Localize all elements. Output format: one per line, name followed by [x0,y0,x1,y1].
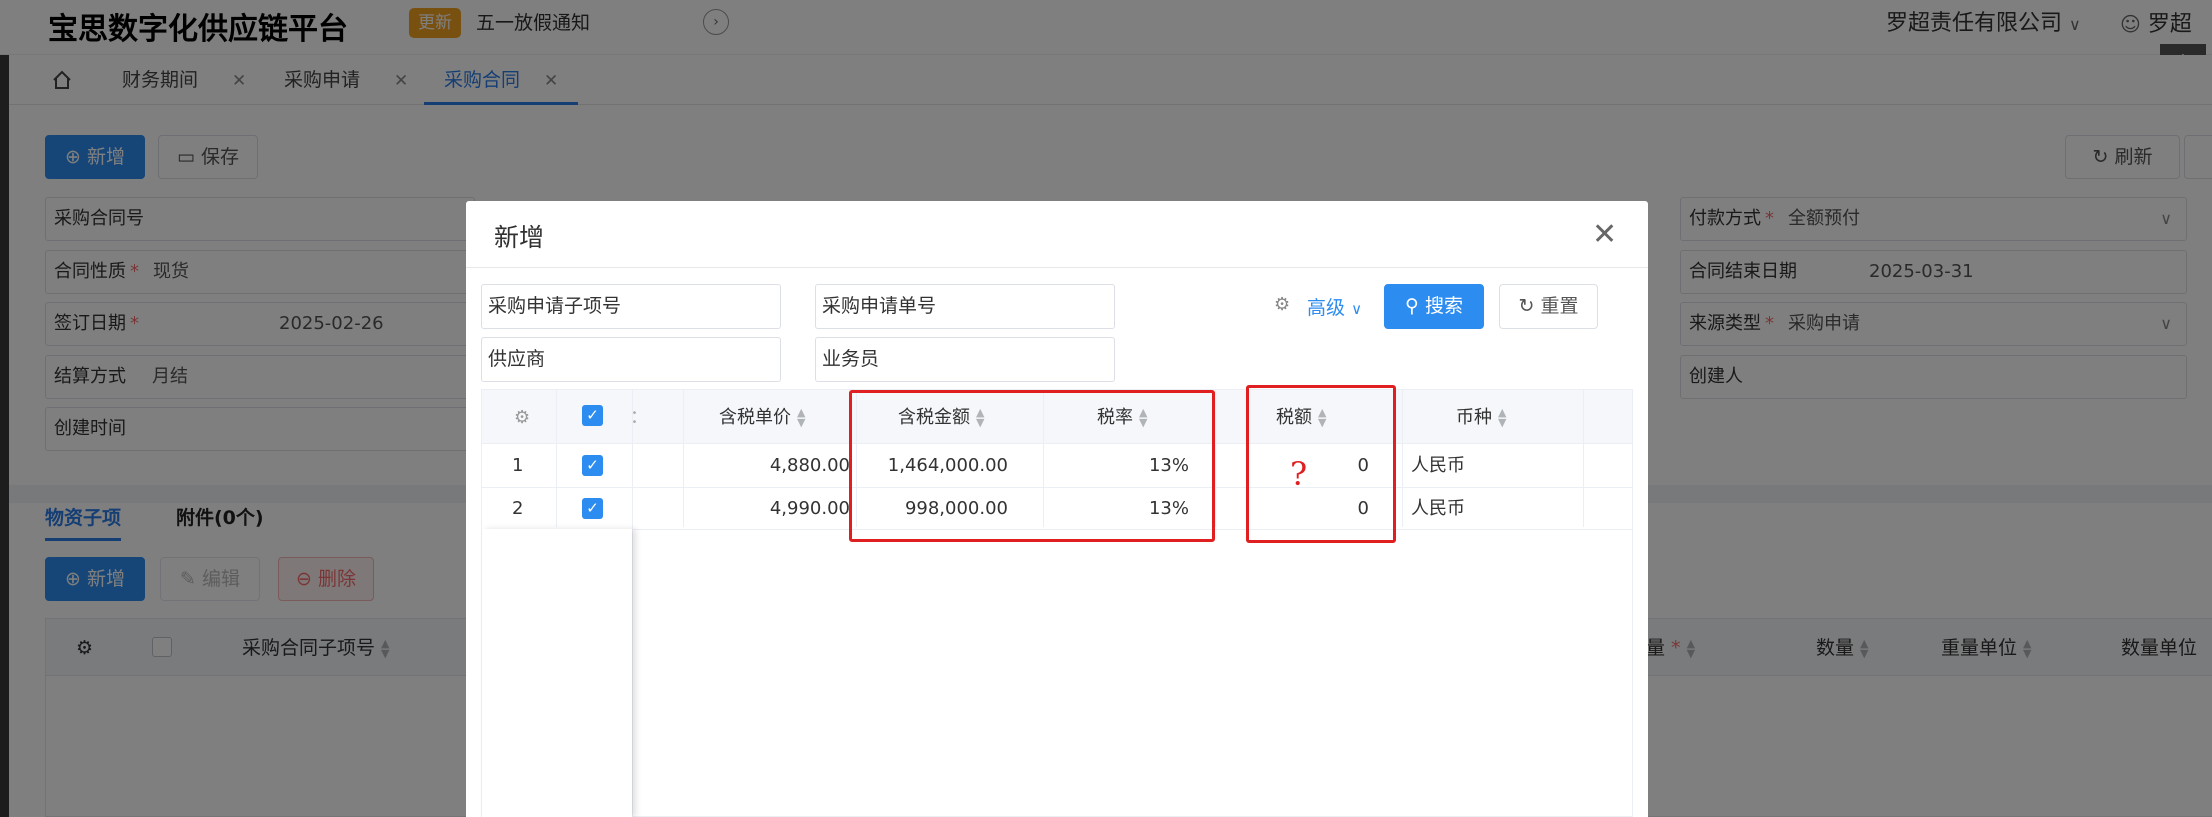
dialog-divider [466,267,1648,268]
advanced-label: 高级 [1307,297,1346,319]
cell-unit-price: 4,990.00 [769,498,850,519]
salesman-input[interactable]: 业务员 [815,337,1115,382]
input-placeholder: 业务员 [822,348,880,370]
fixed-column-shadow [482,529,632,817]
supplier-input[interactable]: 供应商 [481,337,781,382]
input-placeholder: 采购申请单号 [822,295,937,317]
search-icon: ⚲ [1405,295,1419,317]
request-no-input[interactable]: 采购申请单号 [815,284,1115,329]
col-unit-price[interactable]: 含税单价 ▲ ▼ [719,397,805,439]
chevron-down-icon: ∨ [1351,300,1363,318]
settings-icon[interactable]: ⚙ [1274,294,1290,315]
row-index: 1 [512,455,524,476]
col-label: 含税单价 [719,407,791,428]
cell-unit-price: 4,880.00 [769,455,850,476]
input-placeholder: 采购申请子项号 [488,295,622,317]
sort-icon: ▲▼ [797,406,806,429]
search-button[interactable]: ⚲ 搜索 [1384,284,1484,329]
dialog-title: 新增 [494,223,545,252]
row-checkbox[interactable]: ✓ [582,498,603,519]
sub-no-input[interactable]: 采购申请子项号 [481,284,781,329]
cell-currency: 人民币 [1411,498,1465,519]
refresh-icon: ↻ [1518,295,1535,317]
select-all-checkbox[interactable]: ✓ [582,405,603,426]
row-checkbox[interactable]: ✓ [582,455,603,476]
annotation-box-tax [1246,385,1396,543]
settings-icon[interactable]: ⚙ [514,397,530,439]
annotation-question-mark: ? [1290,455,1308,493]
input-placeholder: 供应商 [488,348,546,370]
col-currency[interactable]: 币种 ▲ ▼ [1456,397,1506,439]
cell-currency: 人民币 [1411,455,1465,476]
advanced-toggle[interactable]: 高级 ∨ [1307,293,1362,320]
annotation-box-amount-rate [849,390,1215,542]
reset-label: 重置 [1540,295,1579,317]
reset-button[interactable]: ↻ 重置 [1499,284,1598,329]
row-index: 2 [512,498,524,519]
search-label: 搜索 [1424,295,1463,317]
col-label: 币种 [1456,407,1492,428]
close-icon[interactable]: ✕ [1592,220,1617,250]
sort-icon: ▲▼ [1498,406,1507,429]
